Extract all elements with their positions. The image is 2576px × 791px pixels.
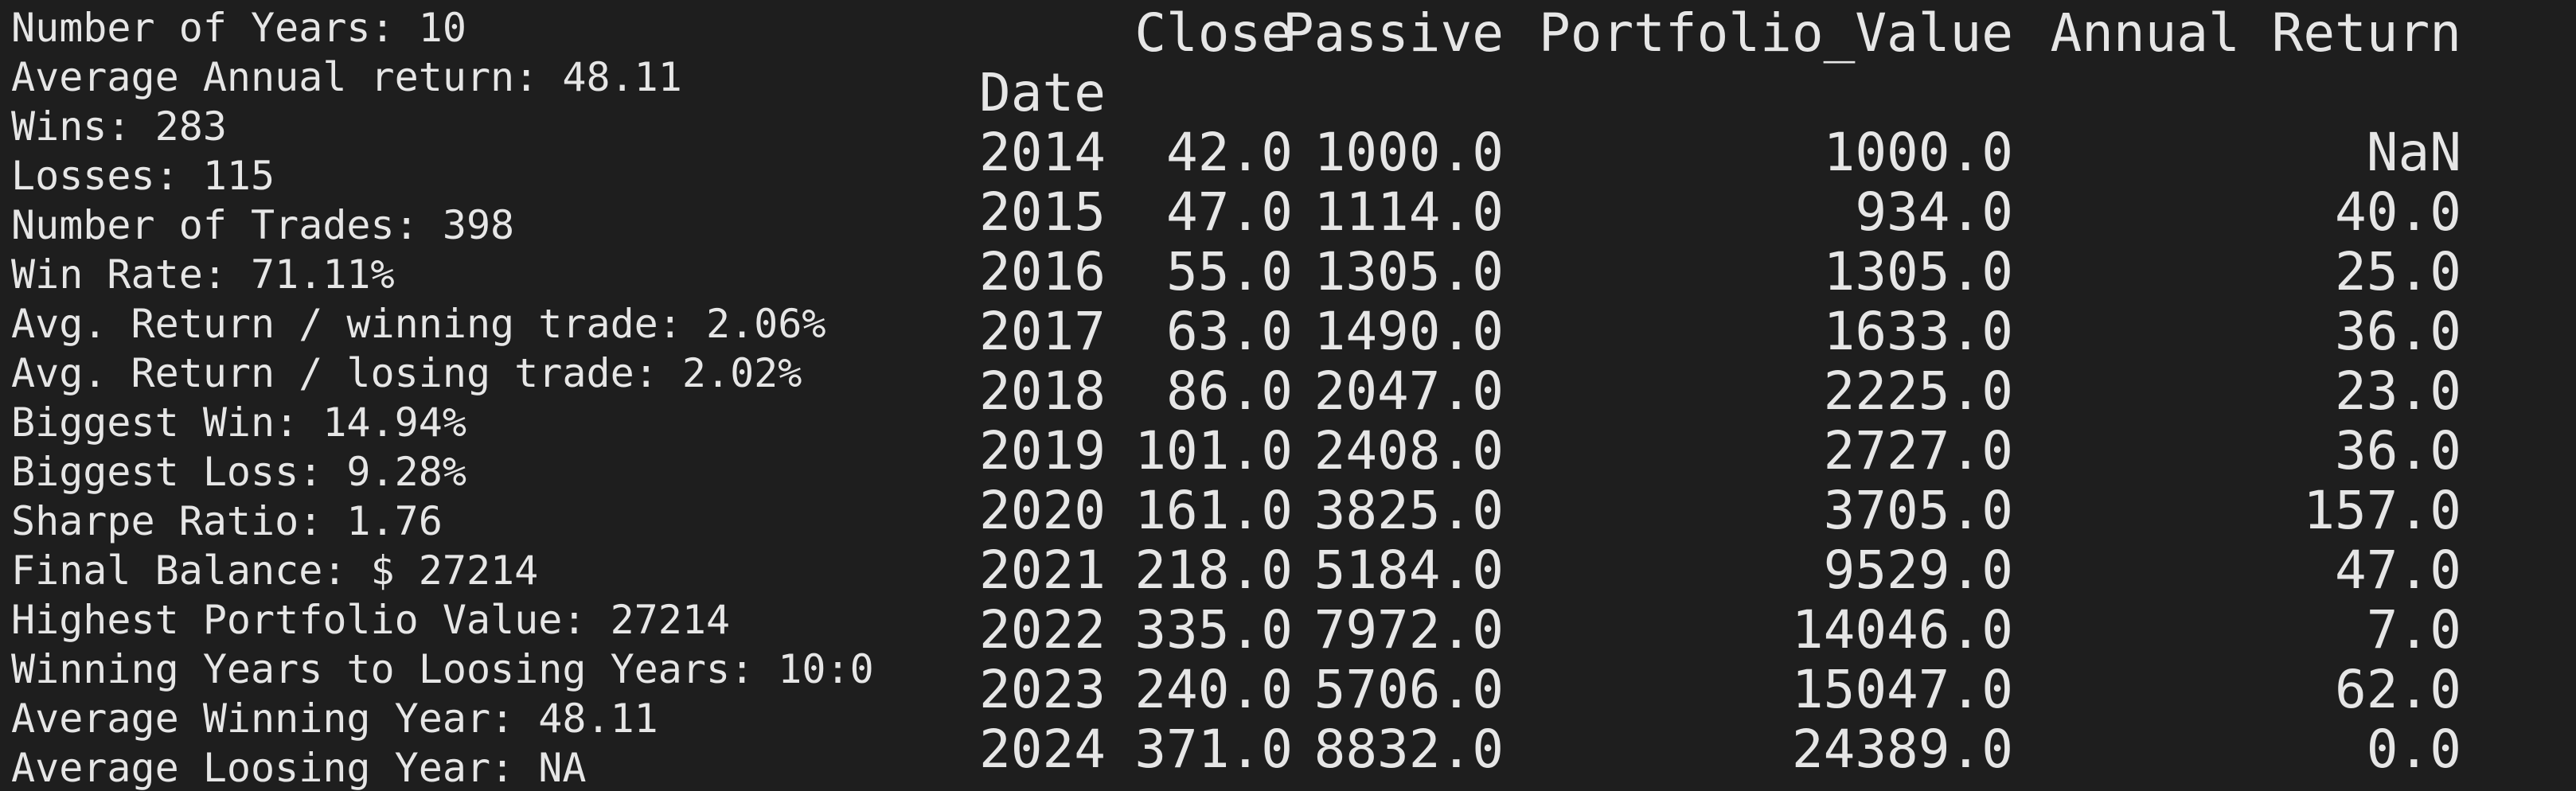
cell-date: 2024 xyxy=(979,719,1106,780)
cell-annual-return: 36.0 xyxy=(2335,301,2461,362)
stat-final-balance: Final Balance: $ 27214 xyxy=(11,547,539,594)
table-row: 2014 42.0 1000.0 1000.0 NaN xyxy=(974,123,2566,182)
cell-passive: 2047.0 xyxy=(1313,360,1504,422)
cell-close: 335.0 xyxy=(1134,599,1293,660)
cell-portfolio-value: 15047.0 xyxy=(1791,659,2013,720)
stat-number-of-trades: Number of Trades: 398 xyxy=(11,202,515,248)
cell-passive: 2408.0 xyxy=(1313,420,1504,481)
cell-annual-return: 25.0 xyxy=(2335,241,2461,302)
stat-losses: Losses: 115 xyxy=(11,153,275,199)
cell-annual-return: 40.0 xyxy=(2335,181,2461,243)
cell-annual-return: NaN xyxy=(2366,122,2461,183)
terminal-output: Number of Years: 10 Average Annual retur… xyxy=(0,0,2576,791)
cell-close: 218.0 xyxy=(1134,540,1293,601)
cell-passive: 1305.0 xyxy=(1313,241,1504,302)
dataframe-table: Close Passive Portfolio_Value Annual Ret… xyxy=(974,3,2566,779)
cell-close: 371.0 xyxy=(1134,719,1293,780)
cell-date: 2015 xyxy=(979,181,1106,243)
column-header-annual-return: Annual Return xyxy=(2050,2,2461,64)
cell-portfolio-value: 24389.0 xyxy=(1791,719,2013,780)
cell-passive: 3825.0 xyxy=(1313,480,1504,541)
cell-portfolio-value: 2727.0 xyxy=(1823,420,2013,481)
stat-biggest-win: Biggest Win: 14.94% xyxy=(11,399,466,446)
table-row: 2018 86.0 2047.0 2225.0 23.0 xyxy=(974,361,2566,421)
cell-annual-return: 7.0 xyxy=(2366,599,2461,660)
stat-avg-return-losing-trade: Avg. Return / losing trade: 2.02% xyxy=(11,350,802,396)
table-row: 2017 63.0 1490.0 1633.0 36.0 xyxy=(974,302,2566,361)
table-row: 2023 240.0 5706.0 15047.0 62.0 xyxy=(974,660,2566,719)
stat-highest-portfolio-value: Highest Portfolio Value: 27214 xyxy=(11,597,731,643)
stat-average-loosing-year: Average Loosing Year: NA xyxy=(11,745,587,791)
cell-passive: 1114.0 xyxy=(1313,181,1504,243)
table-row: 2022 335.0 7972.0 14046.0 7.0 xyxy=(974,600,2566,660)
cell-close: 47.0 xyxy=(1166,181,1293,243)
cell-close: 240.0 xyxy=(1134,659,1293,720)
column-header-portfolio-value: Portfolio_Value xyxy=(1538,2,2013,64)
cell-close: 42.0 xyxy=(1166,122,1293,183)
cell-portfolio-value: 1000.0 xyxy=(1823,122,2013,183)
backtest-stats: Number of Years: 10 Average Annual retur… xyxy=(11,3,950,791)
cell-date: 2016 xyxy=(979,241,1106,302)
cell-date: 2020 xyxy=(979,480,1106,541)
table-row: 2021 218.0 5184.0 9529.0 47.0 xyxy=(974,540,2566,600)
cell-passive: 5706.0 xyxy=(1313,659,1504,720)
stat-avg-return-winning-trade: Avg. Return / winning trade: 2.06% xyxy=(11,301,826,347)
cell-portfolio-value: 934.0 xyxy=(1855,181,2013,243)
cell-portfolio-value: 1633.0 xyxy=(1823,301,2013,362)
cell-portfolio-value: 14046.0 xyxy=(1791,599,2013,660)
cell-close: 161.0 xyxy=(1134,480,1293,541)
dataframe-body: 2014 42.0 1000.0 1000.0 NaN 2015 47.0 1114.0 934… xyxy=(974,123,2566,779)
index-name-date: Date xyxy=(979,62,1106,123)
stat-biggest-loss: Biggest Loss: 9.28% xyxy=(11,449,466,495)
cell-annual-return: 36.0 xyxy=(2335,420,2461,481)
cell-annual-return: 62.0 xyxy=(2335,659,2461,720)
cell-portfolio-value: 3705.0 xyxy=(1823,480,2013,541)
cell-passive: 1490.0 xyxy=(1313,301,1504,362)
cell-date: 2018 xyxy=(979,360,1106,422)
cell-portfolio-value: 2225.0 xyxy=(1823,360,2013,422)
cell-date: 2019 xyxy=(979,420,1106,481)
cell-portfolio-value: 9529.0 xyxy=(1823,540,2013,601)
stat-wins: Wins: 283 xyxy=(11,103,227,150)
cell-passive: 8832.0 xyxy=(1313,719,1504,780)
cell-annual-return: 23.0 xyxy=(2335,360,2461,422)
table-row: 2015 47.0 1114.0 934.0 40.0 xyxy=(974,182,2566,242)
cell-close: 86.0 xyxy=(1166,360,1293,422)
table-row: 2016 55.0 1305.0 1305.0 25.0 xyxy=(974,242,2566,302)
dataframe-header-row: Close Passive Portfolio_Value Annual Ret… xyxy=(974,3,2566,63)
cell-date: 2023 xyxy=(979,659,1106,720)
cell-portfolio-value: 1305.0 xyxy=(1823,241,2013,302)
table-row: 2024 371.0 8832.0 24389.0 0.0 xyxy=(974,719,2566,779)
stat-win-rate: Win Rate: 71.11% xyxy=(11,251,395,298)
cell-date: 2014 xyxy=(979,122,1106,183)
table-row: 2020 161.0 3825.0 3705.0 157.0 xyxy=(974,481,2566,540)
dataframe-index-name-row: Date xyxy=(974,63,2566,123)
cell-close: 101.0 xyxy=(1134,420,1293,481)
stat-number-of-years: Number of Years: 10 xyxy=(11,5,466,51)
cell-date: 2017 xyxy=(979,301,1106,362)
stat-winning-to-loosing-years: Winning Years to Loosing Years: 10:0 xyxy=(11,646,874,692)
stat-sharpe-ratio: Sharpe Ratio: 1.76 xyxy=(11,498,443,544)
cell-passive: 5184.0 xyxy=(1313,540,1504,601)
cell-passive: 1000.0 xyxy=(1313,122,1504,183)
cell-close: 55.0 xyxy=(1166,241,1293,302)
cell-annual-return: 47.0 xyxy=(2335,540,2461,601)
cell-passive: 7972.0 xyxy=(1313,599,1504,660)
stat-average-annual-return: Average Annual return: 48.11 xyxy=(11,54,682,100)
cell-date: 2021 xyxy=(979,540,1106,601)
cell-date: 2022 xyxy=(979,599,1106,660)
cell-close: 63.0 xyxy=(1166,301,1293,362)
table-row: 2019 101.0 2408.0 2727.0 36.0 xyxy=(974,421,2566,481)
cell-annual-return: 157.0 xyxy=(2303,480,2461,541)
column-header-passive: Passive xyxy=(1282,2,1504,64)
cell-annual-return: 0.0 xyxy=(2366,719,2461,780)
stat-average-winning-year: Average Winning Year: 48.11 xyxy=(11,696,658,742)
column-header-close: Close xyxy=(1134,2,1293,64)
